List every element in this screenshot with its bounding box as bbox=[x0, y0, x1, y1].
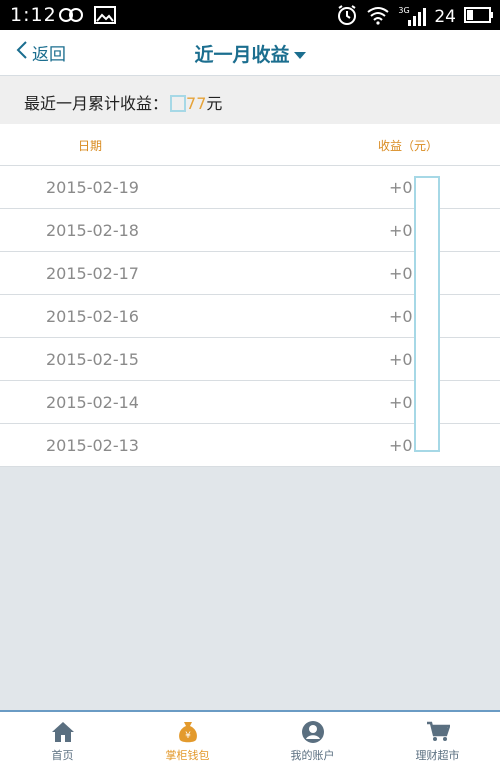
row-date: 2015-02-15 bbox=[46, 350, 139, 369]
alarm-icon bbox=[336, 4, 358, 30]
row-date: 2015-02-17 bbox=[46, 264, 139, 283]
status-bar: 1:12 3G 24 bbox=[0, 0, 500, 30]
earnings-summary: 最近一月累计收益： 77元 bbox=[0, 76, 500, 124]
row-date: 2015-02-19 bbox=[46, 178, 139, 197]
summary-amount: 77 bbox=[186, 94, 207, 113]
row-date: 2015-02-16 bbox=[46, 307, 139, 326]
bottom-tab-bar: 首页 ¥ 掌柜钱包 我的账户 理财超市 bbox=[0, 710, 500, 770]
home-icon bbox=[50, 720, 76, 744]
redaction-box bbox=[414, 176, 440, 452]
redaction-box bbox=[170, 95, 187, 112]
caret-down-icon bbox=[293, 52, 306, 59]
user-icon bbox=[300, 720, 326, 744]
tab-market[interactable]: 理财超市 bbox=[375, 712, 500, 770]
battery-percent: 24 bbox=[434, 7, 456, 27]
battery-icon bbox=[464, 7, 494, 27]
network-type-label: 3G bbox=[398, 6, 410, 15]
row-date: 2015-02-18 bbox=[46, 221, 139, 240]
tab-label: 首页 bbox=[51, 748, 74, 762]
svg-text:¥: ¥ bbox=[185, 731, 191, 741]
tab-home[interactable]: 首页 bbox=[0, 712, 125, 770]
column-header-date: 日期 bbox=[78, 139, 103, 153]
row-date: 2015-02-13 bbox=[46, 436, 139, 455]
signal-icon: 3G bbox=[398, 6, 427, 28]
tab-label: 掌柜钱包 bbox=[165, 748, 210, 762]
page-title-dropdown[interactable]: 近一月收益 bbox=[0, 40, 500, 67]
row-date: 2015-02-14 bbox=[46, 393, 139, 412]
money-bag-icon: ¥ bbox=[175, 720, 201, 744]
summary-label: 最近一月累计收益： bbox=[24, 94, 169, 113]
status-time: 1:12 bbox=[10, 4, 57, 26]
tab-label: 我的账户 bbox=[290, 748, 335, 762]
page-title: 近一月收益 bbox=[194, 44, 290, 66]
cart-icon bbox=[425, 720, 451, 744]
nav-header: 返回 近一月收益 bbox=[0, 30, 500, 76]
wifi-icon bbox=[366, 5, 390, 29]
image-icon bbox=[94, 6, 116, 28]
table-header: 日期 收益（元） bbox=[0, 124, 500, 166]
infinity-icon bbox=[58, 6, 84, 28]
column-header-income: 收益（元） bbox=[377, 139, 438, 153]
summary-unit: 元 bbox=[206, 94, 223, 113]
tab-wallet[interactable]: ¥ 掌柜钱包 bbox=[125, 712, 250, 770]
tab-label: 理财超市 bbox=[415, 748, 460, 762]
tab-account[interactable]: 我的账户 bbox=[250, 712, 375, 770]
